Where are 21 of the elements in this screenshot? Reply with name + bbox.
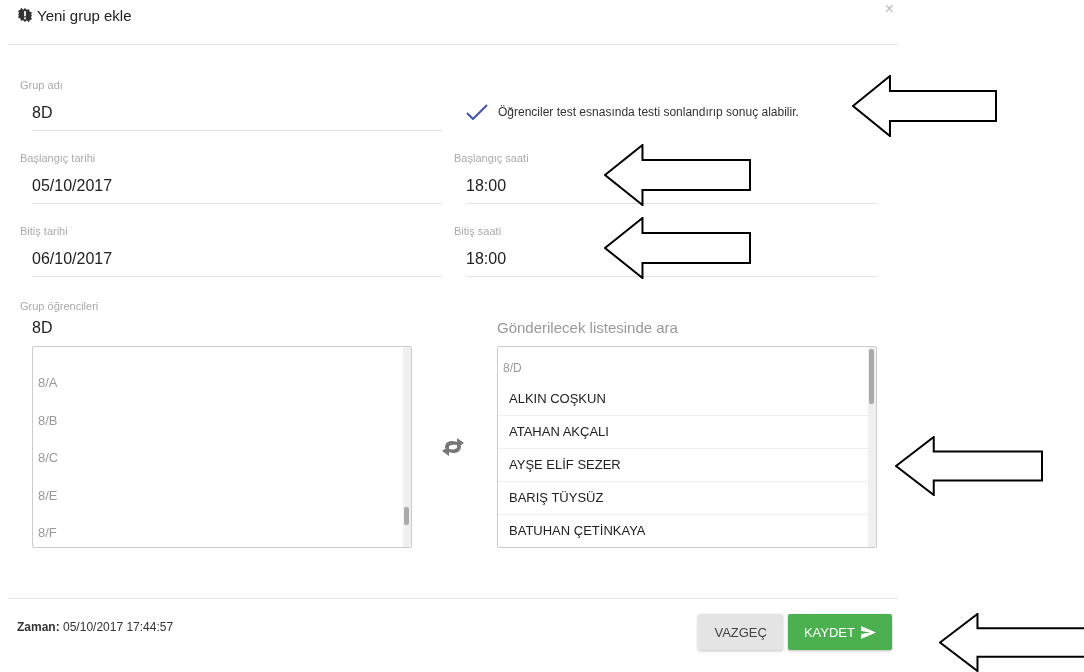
- field-label: Bitiş tarihi: [20, 224, 69, 238]
- timestamp-text: Zaman: 05/10/2017 17:44:57: [17, 620, 174, 636]
- student-item[interactable]: ATAHAN AKÇALI: [498, 416, 868, 449]
- group-heading: 8/D: [502, 360, 523, 377]
- scrollbar[interactable]: [868, 347, 876, 547]
- alert-badge-icon: [18, 8, 32, 22]
- field-label: Grup adı: [20, 78, 64, 92]
- checkbox[interactable]: [466, 104, 488, 120]
- cancel-button[interactable]: VAZGEÇ: [698, 614, 783, 650]
- field-label: Bitiş saati: [454, 224, 503, 238]
- send-icon: [861, 625, 876, 639]
- field-label: Başlangıç saati: [454, 151, 530, 165]
- student-item[interactable]: ALKIN COŞKUN: [498, 383, 868, 416]
- scrollbar[interactable]: [403, 347, 411, 547]
- field-label: Başlangıç tarihi: [20, 151, 97, 165]
- checkbox-label: Öğrenciler test esnasında testi sonlandırıp sonuç alabilir.: [498, 105, 799, 119]
- dialog-title: Yeni grup ekle: [37, 6, 132, 24]
- field-label: Grup öğrencileri: [20, 299, 100, 313]
- student-item[interactable]: AYŞE ELİF SEZER: [498, 449, 868, 482]
- swap-icon[interactable]: [441, 436, 465, 458]
- student-item[interactable]: BARIŞ TÜYSÜZ: [498, 482, 868, 515]
